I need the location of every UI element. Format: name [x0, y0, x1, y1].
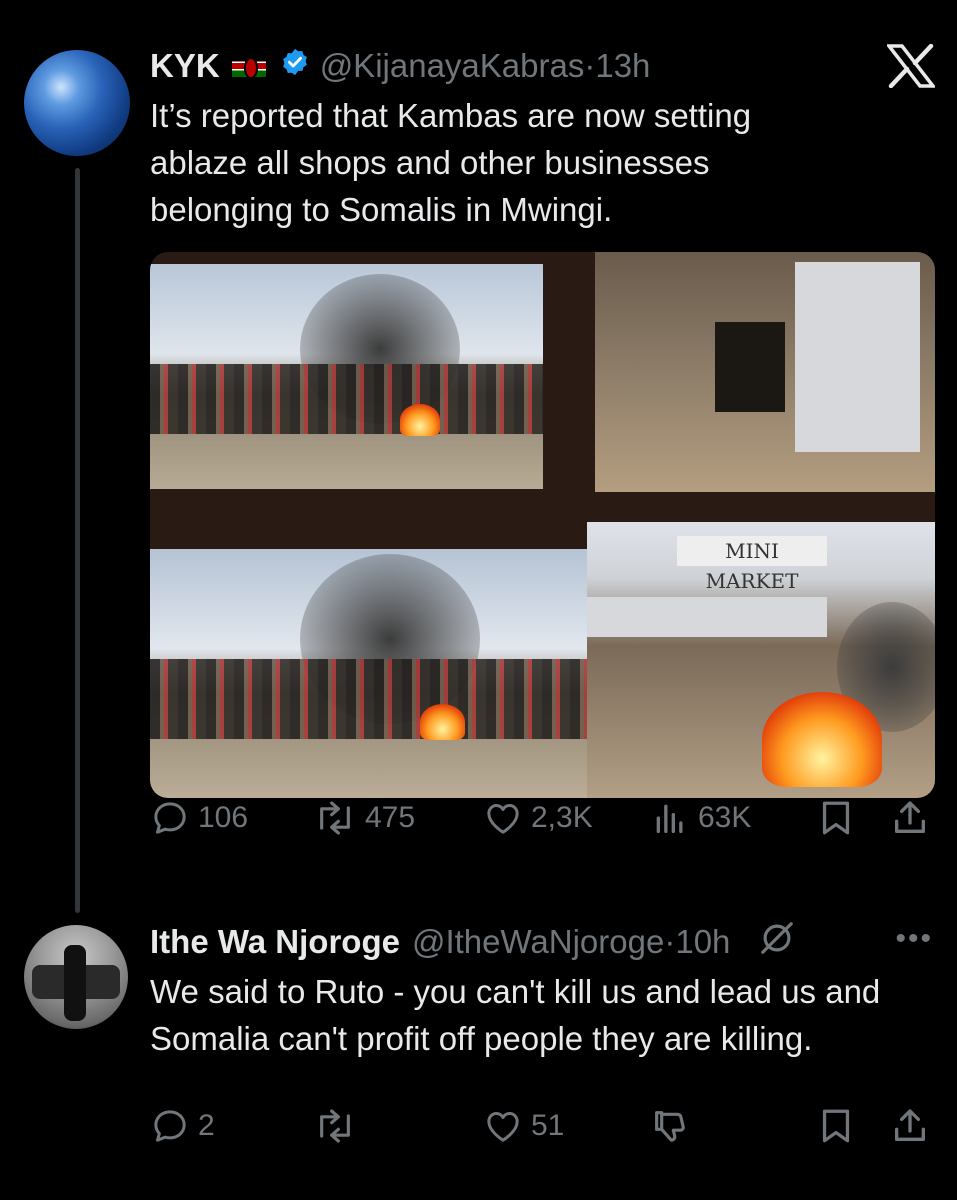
kenya-flag-icon — [231, 55, 266, 79]
views-button[interactable]: 63K — [650, 798, 751, 838]
reply-text: We said to Ruto - you can't kill us and … — [150, 973, 881, 1057]
reply-icon — [154, 1110, 186, 1142]
doorway — [715, 322, 785, 412]
tweet-media[interactable]: MINI MARKET — [150, 252, 935, 798]
retweet-count: 475 — [365, 801, 416, 834]
photo-burning-market: MINI MARKET — [587, 522, 935, 798]
like-count: 51 — [531, 1109, 565, 1142]
dislike-icon — [655, 1111, 685, 1142]
reply-author-handle[interactable]: @ItheWaNjoroge — [412, 923, 664, 961]
share-icon — [895, 801, 925, 833]
share-icon — [895, 1109, 925, 1141]
reply-count: 106 — [198, 801, 249, 834]
reply-button[interactable]: 106 — [150, 798, 248, 838]
bookmark-button[interactable] — [818, 1106, 854, 1146]
separator-dot: · — [664, 923, 676, 960]
like-count: 2,3K — [531, 801, 593, 834]
reply-author-name[interactable]: Ithe Wa Njoroge — [150, 923, 400, 961]
heart-icon — [487, 1112, 519, 1142]
avatar-ithe-wa-njoroge[interactable] — [24, 925, 128, 1029]
separator-dot: · — [584, 47, 596, 84]
views-icon — [656, 804, 683, 833]
photo-protest-street-2 — [150, 549, 587, 798]
bookmark-icon — [822, 1109, 850, 1143]
reply-count: 2 — [198, 1109, 215, 1142]
retweet-button[interactable]: 475 — [313, 798, 415, 838]
reply-icon — [154, 802, 186, 834]
tweet-header: KYK @KijanayaKabras · 13h — [150, 44, 933, 88]
like-button[interactable]: 2,3K — [483, 798, 593, 838]
crowd — [150, 364, 543, 434]
retweet-button[interactable] — [313, 1106, 357, 1146]
like-button[interactable]: 51 — [483, 1106, 564, 1146]
views-count: 63K — [698, 801, 752, 834]
fire — [400, 404, 440, 436]
tweet-text: It’s reported that Kambas are now settin… — [150, 97, 752, 228]
reply-header: Ithe Wa Njoroge @ItheWaNjoroge · 10h — [150, 920, 933, 964]
author-handle[interactable]: @KijanayaKabras — [320, 47, 585, 85]
photo-protest-street-1 — [150, 264, 543, 489]
share-button[interactable] — [890, 1106, 930, 1146]
bookmark-button[interactable] — [818, 798, 854, 838]
share-button[interactable] — [890, 798, 930, 838]
crowd — [150, 659, 587, 739]
fire — [762, 692, 882, 787]
reply-button[interactable]: 2 — [150, 1106, 215, 1146]
dislike-button[interactable] — [650, 1106, 690, 1146]
heart-icon — [487, 804, 519, 834]
verified-badge-icon — [280, 47, 310, 85]
tent — [795, 262, 920, 452]
fire — [420, 704, 465, 740]
mute-icon[interactable] — [758, 919, 796, 965]
author-name[interactable]: KYK — [150, 47, 220, 85]
bookmark-icon — [822, 801, 850, 835]
photo-damaged-shop — [595, 252, 935, 492]
retweet-icon — [320, 801, 350, 835]
reply-timestamp[interactable]: 10h — [675, 923, 730, 961]
reply-tweet[interactable]: Ithe Wa Njoroge @ItheWaNjoroge · 10h We … — [150, 920, 933, 1062]
thread-line — [75, 168, 80, 913]
awning — [587, 597, 827, 637]
retweet-icon — [320, 1109, 350, 1143]
timestamp[interactable]: 13h — [595, 47, 650, 85]
avatar-kyk[interactable] — [24, 50, 130, 156]
main-tweet[interactable]: KYK @KijanayaKabras · 13h It’s reported … — [150, 44, 933, 233]
mini-market-sign: MINI MARKET — [677, 536, 827, 593]
